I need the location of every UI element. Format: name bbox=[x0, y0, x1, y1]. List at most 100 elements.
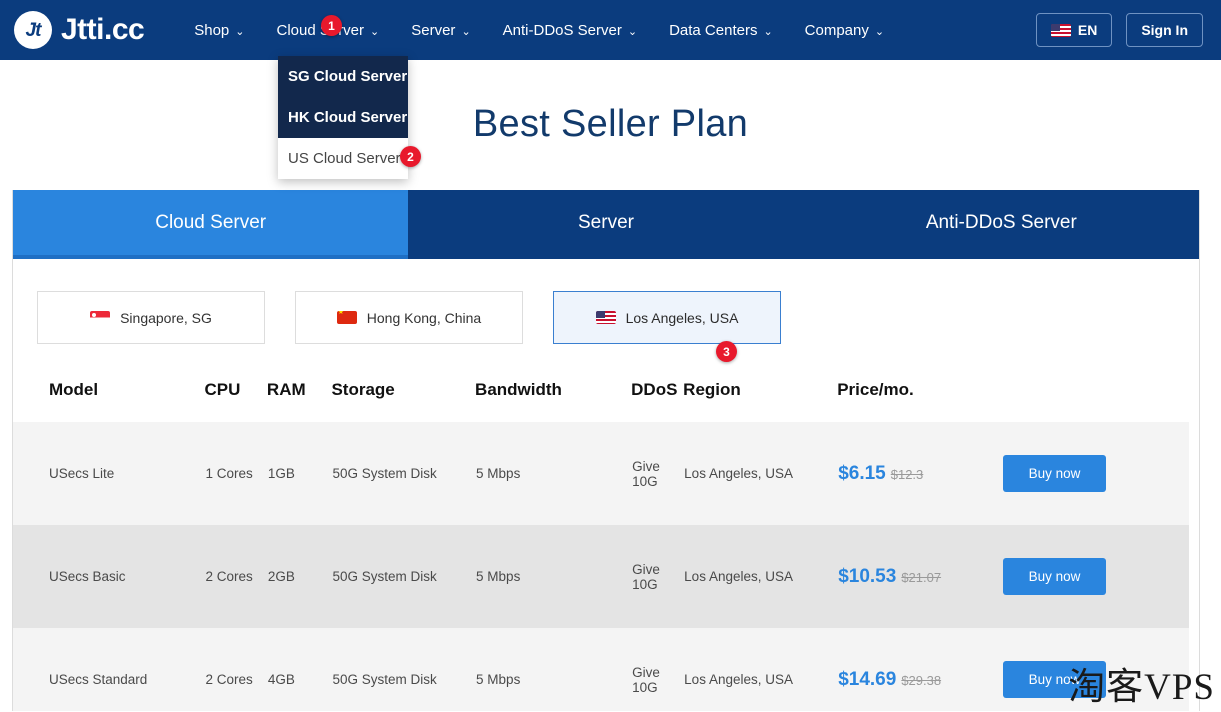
column-header-action bbox=[1002, 370, 1189, 422]
chevron-down-icon: ⌄ bbox=[763, 25, 773, 38]
main-menu: Shop ⌄ Cloud Server ⌄ Server ⌄ Anti-DDoS… bbox=[178, 16, 900, 45]
cloud-server-dropdown: SG Cloud Server HK Cloud Server US Cloud… bbox=[278, 56, 408, 179]
cell-region: Los Angeles, USA bbox=[684, 569, 793, 584]
plans-table-body: USecs Lite 1 Cores 1GB 50G System Disk 5… bbox=[13, 422, 1189, 711]
cell-cpu: 1 Cores bbox=[205, 466, 253, 481]
cell-ram: 1GB bbox=[267, 466, 295, 481]
sg-flag-icon bbox=[90, 311, 111, 324]
nav-item-label: Server bbox=[411, 21, 456, 39]
hero-section: Best Seller Plan bbox=[0, 60, 1221, 188]
price-current: $6.15 bbox=[838, 462, 886, 484]
region-label: Singapore, SG bbox=[120, 309, 212, 326]
cell-storage: 50G System Disk bbox=[332, 569, 437, 584]
tab-server[interactable]: Server bbox=[408, 190, 804, 255]
column-header-ram: RAM bbox=[266, 380, 306, 399]
tab-underline-inactive bbox=[803, 255, 1199, 259]
cell-model: USecs Standard bbox=[49, 672, 148, 687]
cell-region: Los Angeles, USA bbox=[684, 466, 793, 481]
step-badge-3: 3 bbox=[716, 341, 737, 362]
nav-item-label: Shop bbox=[194, 21, 230, 39]
plans-table: Model CPU RAM Storage Bandwidth DDoS Reg… bbox=[13, 370, 1189, 711]
dropdown-item-us-cloud-server[interactable]: US Cloud Server bbox=[278, 138, 408, 179]
cn-flag-icon bbox=[336, 311, 357, 324]
nav-item-anti-ddos-server[interactable]: Anti-DDoS Server ⌄ bbox=[487, 16, 653, 45]
cell-ram: 4GB bbox=[267, 672, 295, 687]
tab-anti-ddos-server[interactable]: Anti-DDoS Server bbox=[803, 190, 1199, 255]
column-header-cpu: CPU bbox=[204, 380, 241, 399]
nav-item-data-centers[interactable]: Data Centers ⌄ bbox=[653, 16, 789, 45]
buy-now-button[interactable]: Buy now bbox=[1002, 558, 1107, 595]
column-header-model: Model bbox=[49, 380, 99, 399]
chevron-down-icon: ⌄ bbox=[874, 25, 885, 38]
cell-storage: 50G System Disk bbox=[332, 672, 437, 687]
dropdown-item-hk-cloud-server[interactable]: HK Cloud Server bbox=[278, 97, 408, 138]
cell-action: Buy now bbox=[1002, 422, 1189, 525]
tab-underline-inactive bbox=[408, 255, 804, 259]
us-flag-icon bbox=[595, 311, 616, 324]
cell-cpu: 2 Cores bbox=[205, 672, 253, 687]
nav-item-company[interactable]: Company ⌄ bbox=[789, 16, 900, 45]
region-option-singapore[interactable]: Singapore, SG bbox=[37, 291, 265, 344]
cell-storage: 50G System Disk bbox=[332, 466, 437, 481]
plans-table-head: Model CPU RAM Storage Bandwidth DDoS Reg… bbox=[13, 370, 1189, 422]
region-label: Los Angeles, USA bbox=[625, 309, 739, 326]
site-logo[interactable]: Jt Jtti.cc bbox=[14, 11, 145, 49]
cell-price: $6.15 $12.3 bbox=[837, 422, 1001, 525]
cell-model: USecs Basic bbox=[49, 569, 126, 584]
sign-in-button[interactable]: Sign In bbox=[1126, 13, 1203, 47]
column-header-bandwidth: Bandwidth bbox=[475, 380, 562, 399]
language-label: EN bbox=[1077, 22, 1098, 38]
buy-now-button[interactable]: Buy now bbox=[1002, 455, 1107, 492]
cell-region: Los Angeles, USA bbox=[684, 672, 793, 687]
language-switch-button[interactable]: EN bbox=[1035, 13, 1113, 47]
cell-price: $14.69 $29.38 bbox=[837, 628, 1001, 711]
cell-price: $10.53 $21.07 bbox=[837, 525, 1001, 628]
table-row: USecs Basic 2 Cores 2GB 50G System Disk … bbox=[13, 525, 1189, 628]
price-original: $12.3 bbox=[890, 466, 924, 482]
logo-text: Jtti.cc bbox=[61, 13, 145, 46]
price-current: $14.69 bbox=[838, 668, 897, 690]
region-option-hong-kong[interactable]: Hong Kong, China bbox=[295, 291, 523, 344]
nav-item-shop[interactable]: Shop ⌄ bbox=[178, 16, 260, 45]
nav-item-label: Data Centers bbox=[669, 21, 758, 39]
table-row: USecs Lite 1 Cores 1GB 50G System Disk 5… bbox=[13, 422, 1189, 525]
product-tabs: Cloud Server Server Anti-DDoS Server bbox=[13, 190, 1199, 255]
price-original: $29.38 bbox=[901, 672, 942, 688]
cell-ddos: Give 10G bbox=[632, 561, 660, 592]
region-selector: Singapore, SG Hong Kong, China Los Angel… bbox=[13, 259, 1199, 344]
cell-bandwidth: 5 Mbps bbox=[476, 672, 521, 687]
step-badge-2: 2 bbox=[400, 146, 421, 167]
region-label: Hong Kong, China bbox=[366, 309, 482, 326]
buy-now-button[interactable]: Buy now bbox=[1002, 661, 1107, 698]
top-navbar: Jt Jtti.cc Shop ⌄ Cloud Server ⌄ Server … bbox=[0, 0, 1221, 60]
cell-ddos: Give 10G bbox=[632, 664, 660, 695]
price-current: $10.53 bbox=[838, 565, 897, 587]
us-flag-icon bbox=[1050, 23, 1071, 37]
column-header-price: Price/mo. bbox=[837, 380, 914, 399]
price-original: $21.07 bbox=[901, 569, 942, 585]
cell-ram: 2GB bbox=[267, 569, 295, 584]
cell-model: USecs Lite bbox=[49, 466, 115, 481]
chevron-down-icon: ⌄ bbox=[461, 25, 471, 38]
cell-bandwidth: 5 Mbps bbox=[476, 466, 521, 481]
table-header-row: Model CPU RAM Storage Bandwidth DDoS Reg… bbox=[13, 370, 1189, 422]
tab-cloud-server[interactable]: Cloud Server bbox=[13, 190, 409, 255]
nav-item-server[interactable]: Server ⌄ bbox=[395, 16, 486, 45]
nav-item-label: Anti-DDoS Server bbox=[502, 21, 622, 39]
column-header-region: Region bbox=[683, 380, 741, 399]
column-header-ddos: DDoS bbox=[631, 380, 678, 399]
step-badge-1: 1 bbox=[321, 15, 342, 36]
navbar-actions: EN Sign In bbox=[1035, 13, 1203, 47]
nav-item-label: Company bbox=[804, 21, 869, 39]
column-header-storage: Storage bbox=[331, 380, 395, 399]
cell-action: Buy now bbox=[1002, 525, 1189, 628]
cell-ddos: Give 10G bbox=[632, 458, 660, 489]
tab-underline bbox=[13, 255, 1199, 259]
chevron-down-icon: ⌄ bbox=[370, 25, 380, 38]
pricing-panel: Cloud Server Server Anti-DDoS Server Sin… bbox=[12, 190, 1200, 711]
dropdown-item-sg-cloud-server[interactable]: SG Cloud Server bbox=[278, 56, 408, 97]
region-option-los-angeles[interactable]: Los Angeles, USA bbox=[553, 291, 781, 344]
cell-cpu: 2 Cores bbox=[205, 569, 253, 584]
tab-underline-active bbox=[13, 255, 409, 259]
cell-action: Buy now bbox=[1002, 628, 1189, 711]
